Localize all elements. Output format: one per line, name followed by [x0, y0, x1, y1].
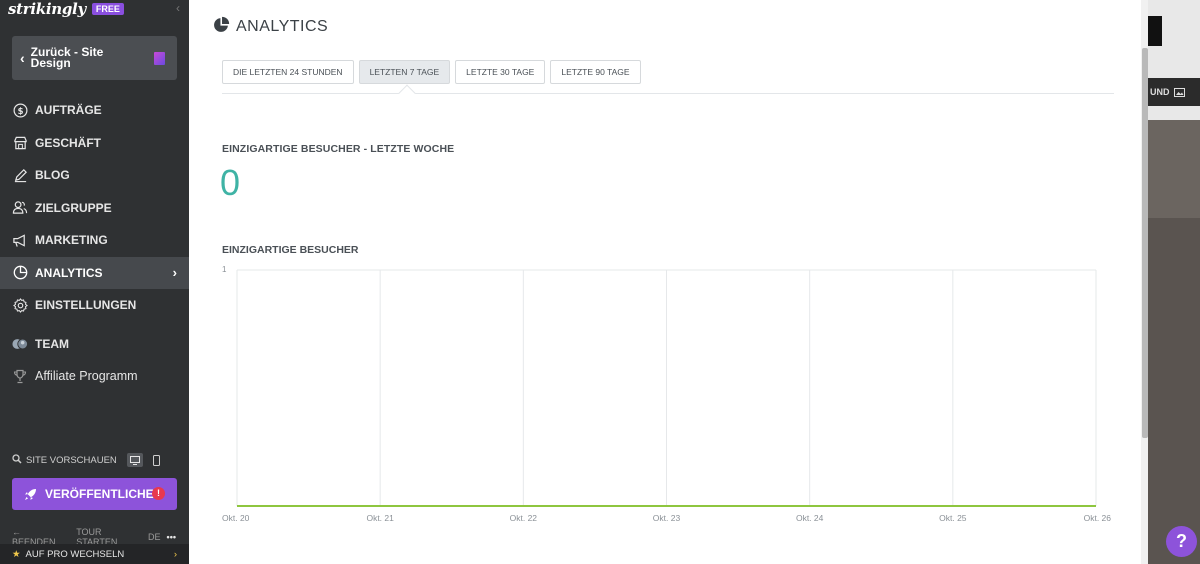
x-tick-label: Okt. 25 [939, 513, 967, 523]
pen-icon [12, 167, 28, 183]
page-icon [154, 52, 165, 65]
sidebar-item-label: TEAM [35, 336, 69, 351]
sidebar-nav: $ AUFTRÄGE GESCHÄFT BLOG ZIELGRUPPE MARK… [0, 94, 189, 393]
gear-icon [12, 297, 28, 313]
active-tab-pointer [398, 84, 416, 102]
background-image-top [1148, 120, 1200, 218]
tab-24-hours[interactable]: DIE LETZTEN 24 STUNDEN [222, 60, 354, 84]
image-icon [1173, 87, 1185, 97]
sidebar-item-affiliate[interactable]: Affiliate Programm [0, 360, 189, 393]
store-icon [12, 135, 28, 151]
background-header-block [1148, 16, 1162, 46]
chevron-left-icon: ‹ [20, 50, 25, 66]
scrollbar-thumb[interactable] [1142, 48, 1148, 438]
time-range-tabs: DIE LETZTEN 24 STUNDEN LETZTEN 7 TAGE LE… [222, 60, 646, 84]
sidebar-item-label: ZIELGRUPPE [35, 200, 112, 215]
stat-value: 0 [220, 162, 241, 203]
site-preview-row: SITE VORSCHAUEN [12, 452, 177, 468]
site-preview-link[interactable]: SITE VORSCHAUEN [26, 455, 117, 466]
x-tick-label: Okt. 22 [510, 513, 538, 523]
sidebar-item-label: AUFTRÄGE [35, 103, 102, 118]
tab-30-days[interactable]: LETZTE 30 TAGE [455, 60, 546, 84]
sidebar: strikingly FREE ‹ ‹ Zurück - Site Design… [0, 0, 189, 564]
back-to-site-design-button[interactable]: ‹ Zurück - Site Design [12, 36, 177, 80]
desktop-preview-icon[interactable] [126, 453, 143, 467]
upgrade-pro-bar[interactable]: ★ AUF PRO WECHSELN › [0, 544, 189, 564]
chart-title: EINZIGARTIGE BESUCHER [222, 244, 359, 256]
upgrade-pro-label: AUF PRO WECHSELN [25, 548, 125, 560]
sidebar-item-team[interactable]: TEAM [0, 328, 189, 361]
chevron-right-icon: › [172, 265, 177, 281]
alert-badge: ! [152, 487, 165, 500]
pie-chart-icon [213, 16, 230, 38]
background-button-label: UND [1150, 87, 1170, 97]
publish-label: VERÖFFENTLICHEN [45, 487, 163, 501]
publish-button[interactable]: VERÖFFENTLICHEN ! [12, 478, 177, 510]
sidebar-item-label: ANALYTICS [35, 265, 103, 280]
sidebar-item-marketing[interactable]: MARKETING [0, 224, 189, 257]
x-tick-label: Okt. 24 [796, 513, 824, 523]
collapse-sidebar-icon[interactable]: ‹ [176, 1, 180, 15]
chevron-right-icon: › [173, 548, 177, 560]
sidebar-item-zielgruppe[interactable]: ZIELGRUPPE [0, 192, 189, 225]
tabs-divider [222, 93, 1114, 94]
sidebar-item-auftraege[interactable]: $ AUFTRÄGE [0, 94, 189, 127]
sidebar-item-label: MARKETING [35, 233, 108, 248]
svg-text:$: $ [17, 106, 23, 116]
analytics-panel: ANALYTICS DIE LETZTEN 24 STUNDEN LETZTEN… [189, 0, 1148, 564]
plan-badge: FREE [91, 3, 124, 15]
y-tick-label: 1 [222, 265, 227, 274]
sidebar-item-analytics[interactable]: ANALYTICS › [0, 256, 189, 289]
stat-label: EINZIGARTIGE BESUCHER - LETZTE WOCHE [222, 143, 455, 155]
visitors-line-chart: 1 Okt. 20 Okt. 21 Okt. 22 Okt. 23 Okt. 24 Okt.… [222, 265, 1112, 523]
x-tick-label: Okt. 21 [366, 513, 394, 523]
sidebar-item-label: BLOG [35, 168, 70, 183]
more-icon[interactable]: ••• [167, 532, 176, 542]
sidebar-item-einstellungen[interactable]: EINSTELLUNGEN [0, 289, 189, 322]
trophy-icon [12, 368, 28, 384]
sidebar-item-label: EINSTELLUNGEN [35, 298, 137, 313]
sidebar-item-label: Affiliate Programm [35, 369, 138, 384]
rocket-icon [24, 488, 37, 501]
sidebar-item-geschaeft[interactable]: GESCHÄFT [0, 127, 189, 160]
team-avatar-icon [12, 336, 28, 352]
x-tick-label: Okt. 20 [222, 513, 250, 523]
star-icon: ★ [12, 548, 21, 560]
help-button[interactable]: ? [1166, 526, 1197, 557]
brand-logo: strikingly [8, 0, 86, 18]
sidebar-item-label: GESCHÄFT [35, 135, 101, 150]
megaphone-icon [12, 232, 28, 248]
pie-chart-icon [12, 265, 28, 281]
x-tick-label: Okt. 23 [653, 513, 681, 523]
tab-90-days[interactable]: LETZTE 90 TAGE [550, 60, 641, 84]
search-icon [12, 453, 22, 467]
page-title: ANALYTICS [213, 16, 328, 38]
back-button-label: Zurück - Site Design [30, 45, 104, 70]
language-link[interactable]: DE [148, 532, 161, 542]
brand[interactable]: strikingly FREE [8, 0, 124, 18]
x-tick-label: Okt. 26 [1084, 513, 1112, 523]
mobile-preview-icon[interactable] [149, 453, 165, 467]
users-icon [12, 200, 28, 216]
page-title-text: ANALYTICS [236, 18, 329, 35]
tab-7-days[interactable]: LETZTEN 7 TAGE [358, 60, 451, 84]
sidebar-item-blog[interactable]: BLOG [0, 159, 189, 192]
dollar-circle-icon: $ [12, 102, 28, 118]
background-button: UND [1148, 78, 1200, 106]
